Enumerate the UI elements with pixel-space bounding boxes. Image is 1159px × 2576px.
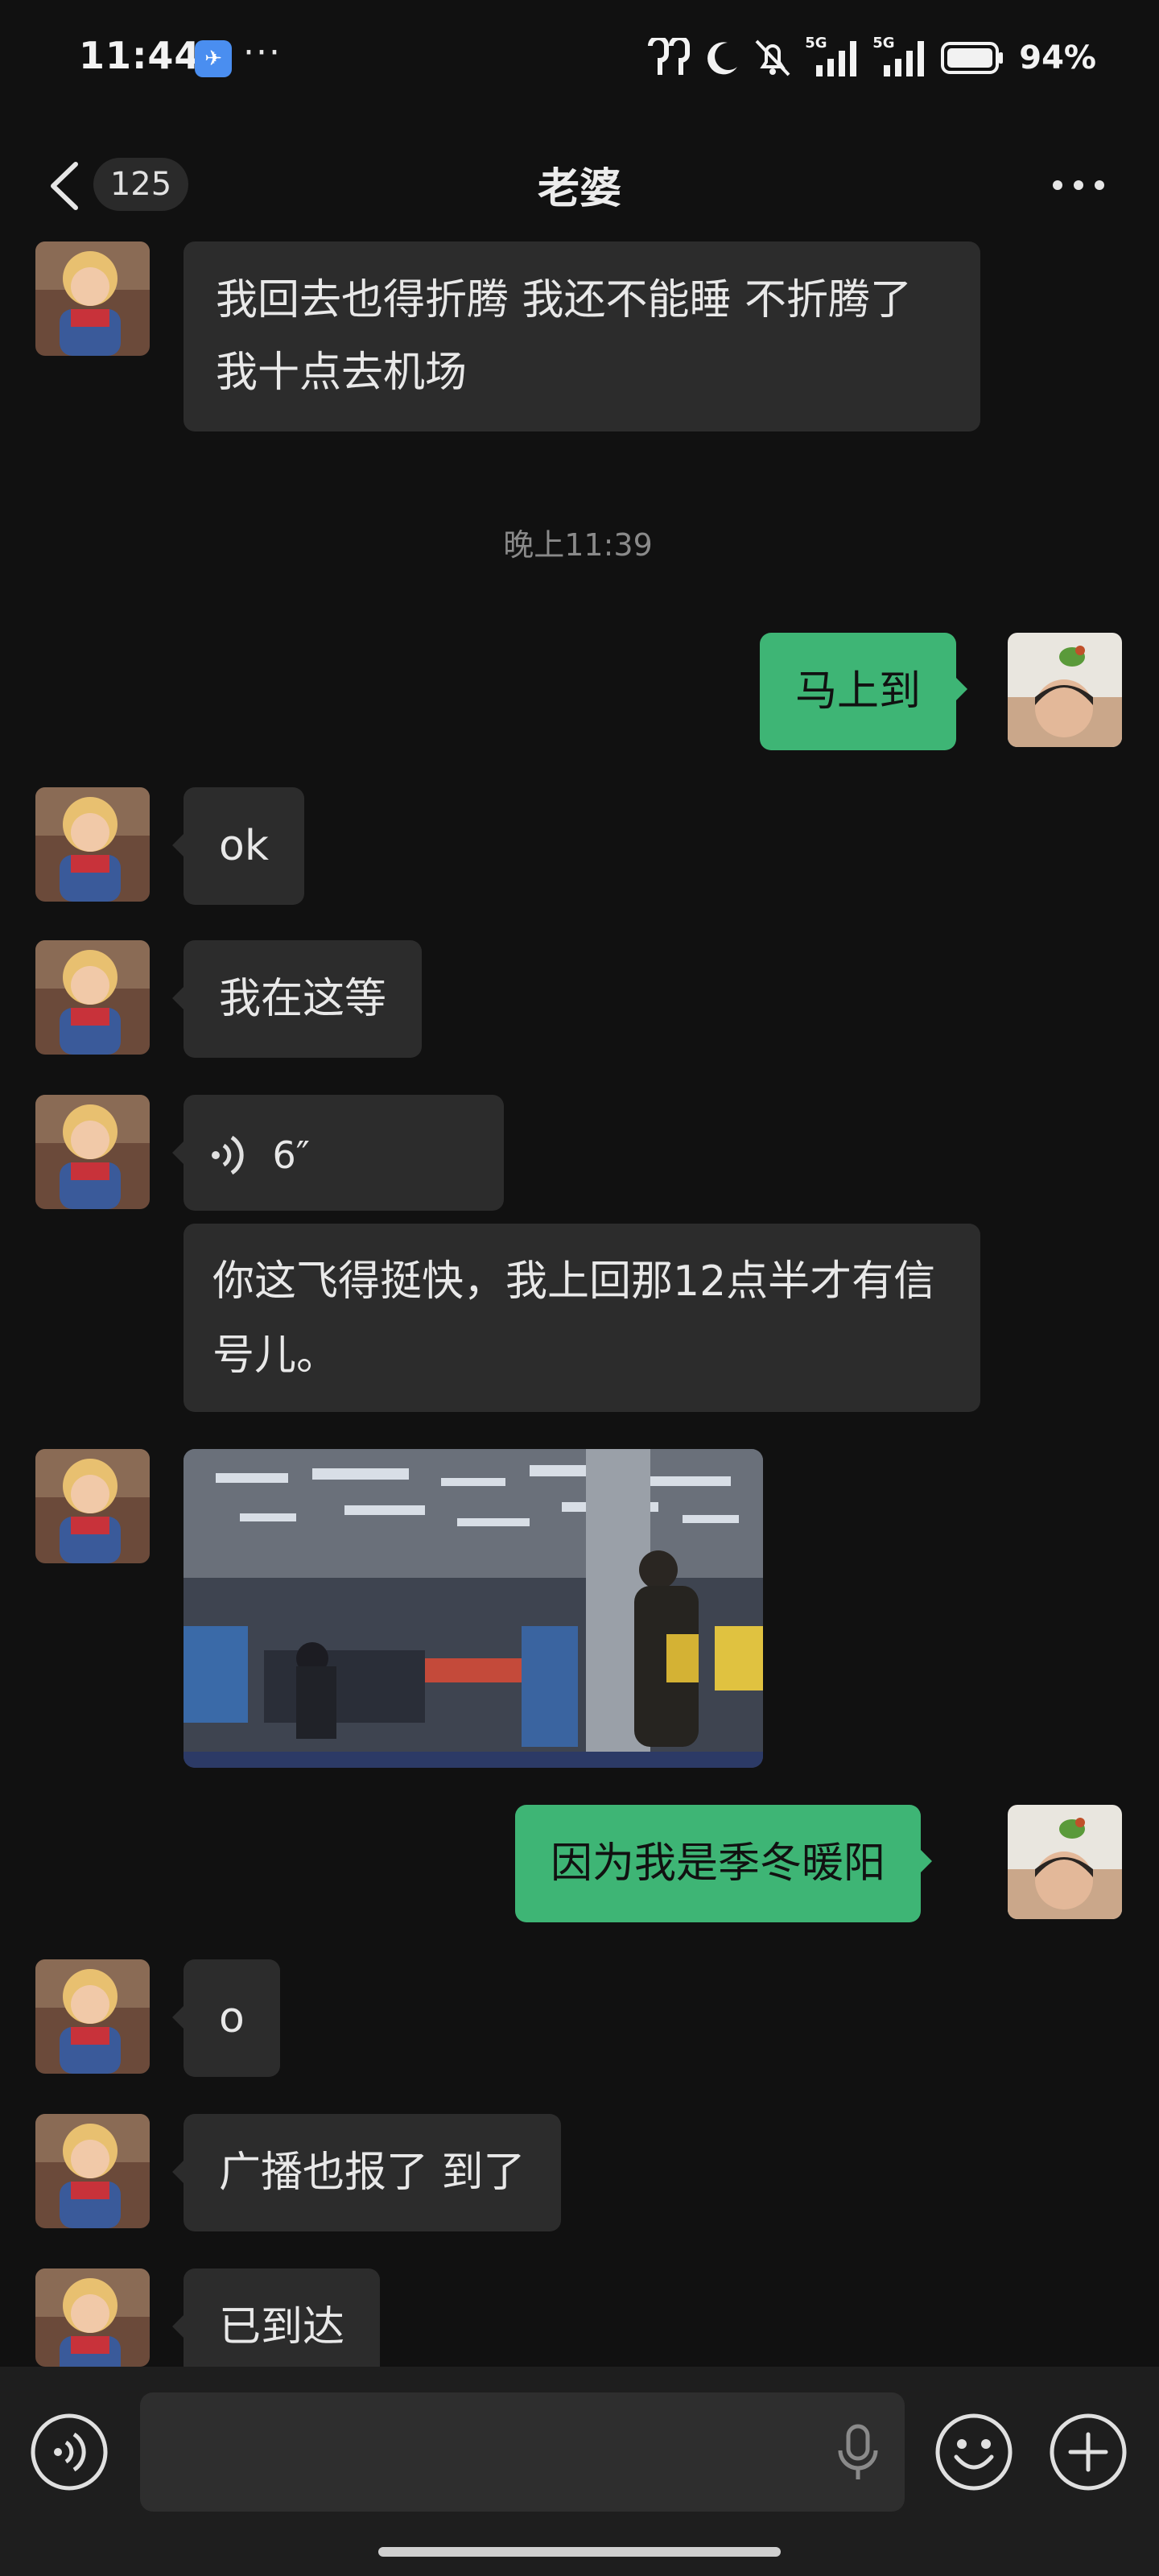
message-text: 你这飞得挺快，我上回那12点半才有信号儿。 <box>212 1257 936 1380</box>
chat-header: 125 老婆 <box>0 145 1159 225</box>
message-text: 已到达 <box>219 2303 345 2351</box>
contact-avatar[interactable] <box>35 2114 150 2228</box>
message-text: ok <box>219 822 269 870</box>
voice-duration: 6″ <box>272 1133 310 1177</box>
status-bar: 11:44 ✈ ··· 5G 5G 94% <box>0 0 1159 121</box>
video-message-thumbnail[interactable] <box>184 1449 763 1768</box>
battery-icon <box>941 42 1004 74</box>
message-bubble-incoming[interactable]: 我回去也得折腾 我还不能睡 不折腾了 我十点去机场 <box>184 242 980 431</box>
contact-avatar[interactable] <box>35 2268 150 2367</box>
home-indicator[interactable] <box>378 2547 781 2557</box>
message-bubble-outgoing[interactable]: 马上到 <box>760 633 968 750</box>
message-bubble-incoming[interactable]: 你这飞得挺快，我上回那12点半才有信号儿。 <box>184 1224 980 1412</box>
mute-icon <box>755 39 790 76</box>
contact-avatar[interactable] <box>35 787 150 902</box>
more-actions-button[interactable] <box>1048 2412 1128 2492</box>
signal-strength-1: 5G <box>805 35 861 78</box>
contact-avatar[interactable] <box>35 1449 150 1563</box>
chat-title: 老婆 <box>537 165 621 213</box>
message-bubble-incoming[interactable]: 我在这等 <box>172 940 423 1058</box>
more-options-button[interactable] <box>1046 161 1111 209</box>
contact-avatar[interactable] <box>35 940 150 1055</box>
moon-icon <box>707 42 738 75</box>
voice-input-toggle[interactable] <box>29 2412 109 2492</box>
voice-message-bubble[interactable]: 6″ <box>172 1095 504 1211</box>
message-text: 我回去也得折腾 我还不能睡 不折腾了 我十点去机场 <box>216 276 913 397</box>
status-indicators: 5G 5G 94% <box>645 35 1096 80</box>
message-bubble-incoming[interactable]: ok <box>172 787 304 905</box>
message-bubble-incoming[interactable]: 已到达 <box>172 2268 381 2367</box>
message-bubble-incoming[interactable]: o <box>172 1959 280 2077</box>
smiley-icon <box>935 2413 1013 2491</box>
battery-percent: 94% <box>1019 39 1096 76</box>
voice-icon <box>31 2413 108 2491</box>
message-text: o <box>219 1994 245 2042</box>
app-notification-icon: ✈ <box>195 40 232 77</box>
plus-circle-icon <box>1050 2413 1127 2491</box>
message-bubble-outgoing[interactable]: 因为我是季冬暖阳 <box>515 1805 933 1922</box>
message-text: 马上到 <box>795 667 922 716</box>
signal-strength-2: 5G <box>872 35 929 78</box>
message-input[interactable] <box>140 2392 905 2512</box>
chat-input-bar <box>0 2367 1159 2576</box>
contact-avatar[interactable] <box>35 242 150 356</box>
message-text: 因为我是季冬暖阳 <box>551 1839 886 1888</box>
more-dots-icon <box>1053 180 1104 190</box>
message-text: 广播也报了 到了 <box>219 2149 526 2197</box>
contact-avatar[interactable] <box>35 1095 150 1209</box>
contact-avatar[interactable] <box>35 1959 150 2074</box>
my-avatar[interactable] <box>1008 633 1122 747</box>
time-divider: 晚上11:39 <box>503 527 653 563</box>
message-bubble-incoming[interactable]: 广播也报了 到了 <box>172 2114 561 2231</box>
message-text: 我在这等 <box>219 975 387 1023</box>
microphone-icon[interactable] <box>834 2423 882 2483</box>
voice-wave-icon <box>212 1135 244 1175</box>
my-avatar[interactable] <box>1008 1805 1122 1919</box>
more-notifications-icon: ··· <box>243 32 282 73</box>
status-time: 11:44 <box>79 34 201 77</box>
emoji-button[interactable] <box>934 2412 1014 2492</box>
earbuds-icon <box>648 38 691 75</box>
